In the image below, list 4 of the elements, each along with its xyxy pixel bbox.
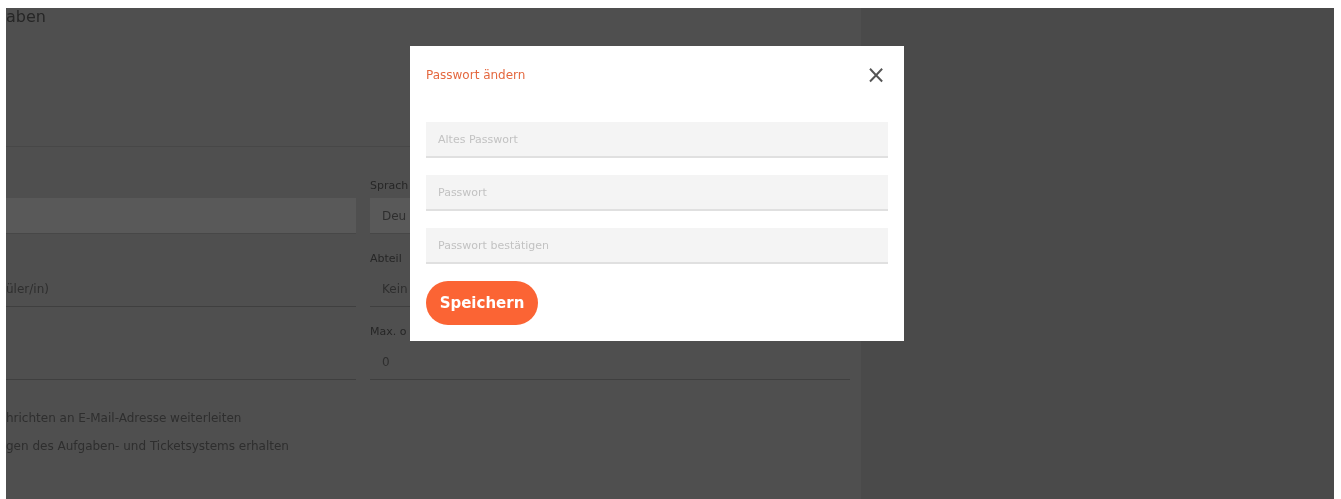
close-button[interactable]: × — [863, 62, 888, 88]
dialog-title: Passwort ändern — [426, 68, 526, 82]
save-button[interactable]: Speichern — [426, 281, 538, 325]
text-field[interactable] — [6, 198, 356, 234]
